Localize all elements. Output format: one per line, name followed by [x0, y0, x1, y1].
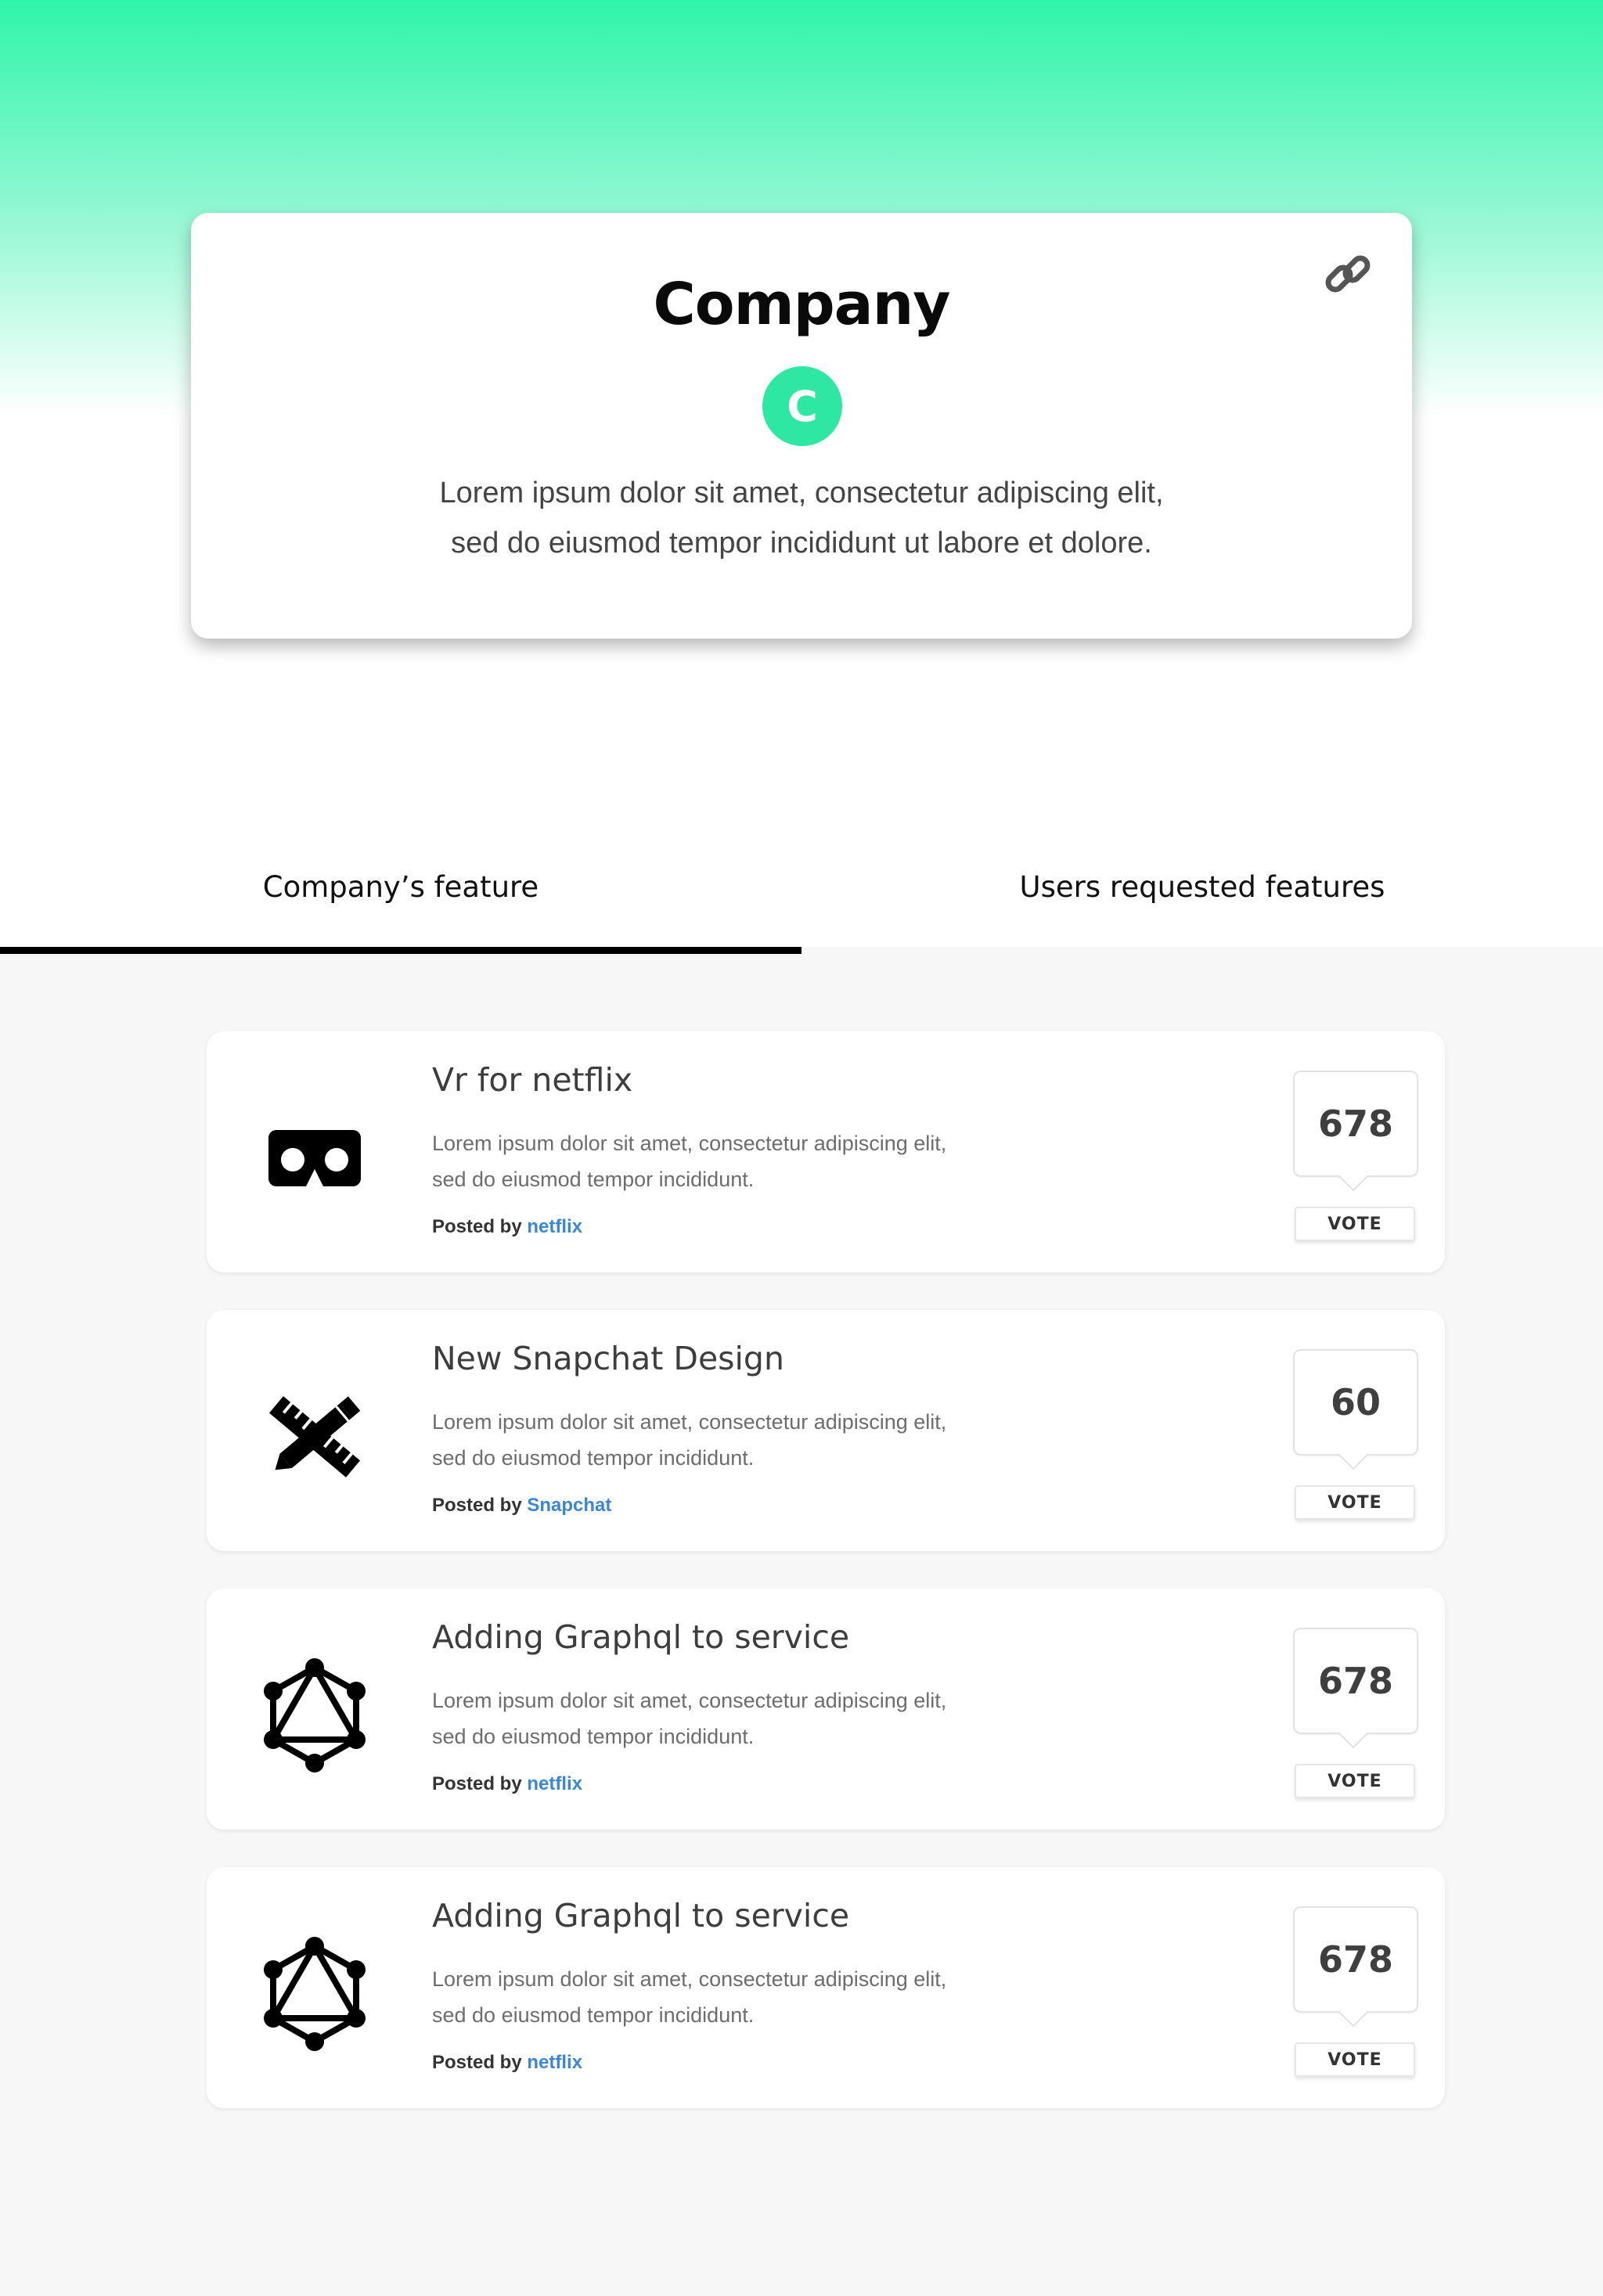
feature-title: Adding Graphql to service [432, 1897, 850, 1934]
feature-description: Lorem ipsum dolor sit amet, consectetur … [432, 1125, 1215, 1197]
feature-author-link[interactable]: netflix [527, 1216, 582, 1237]
vote-count: 60 [1293, 1349, 1418, 1456]
vote-button[interactable]: VOTE [1295, 1764, 1415, 1798]
tab-bar: Company’s feature Users requested featur… [0, 828, 1603, 947]
feature-description-line: Lorem ipsum dolor sit amet, consectetur … [432, 1410, 947, 1434]
feature-description: Lorem ipsum dolor sit amet, consectetur … [432, 1961, 1215, 2033]
feature-card: Vr for netflix Lorem ipsum dolor sit ame… [207, 1031, 1445, 1272]
feature-icon-wrapper [254, 1376, 376, 1498]
feature-card: New Snapchat Design Lorem ipsum dolor si… [207, 1310, 1445, 1551]
company-avatar: C [762, 366, 842, 446]
company-title: Company [653, 271, 950, 338]
feature-posted-by: Posted by Snapchat [432, 1495, 611, 1517]
graphql-icon [264, 1937, 366, 2051]
feature-description: Lorem ipsum dolor sit amet, consectetur … [432, 1682, 1215, 1754]
vote-button[interactable]: VOTE [1295, 1485, 1415, 1520]
company-description: Lorem ipsum dolor sit amet, consectetur … [191, 468, 1412, 568]
tab-company-features[interactable]: Company’s feature [0, 828, 802, 947]
graphql-icon [264, 1658, 366, 1772]
feature-description-line: sed do eiusmod tempor incididunt. [432, 1168, 755, 1191]
feature-icon-wrapper [254, 1933, 376, 2055]
feature-author-link[interactable]: Snapchat [527, 1495, 611, 1516]
feature-description-line: sed do eiusmod tempor incididunt. [432, 1446, 755, 1470]
posted-by-label: Posted by [432, 1216, 522, 1237]
feature-posted-by: Posted by netflix [432, 1216, 582, 1238]
feature-card: Adding Graphql to service Lorem ipsum do… [207, 1589, 1445, 1830]
posted-by-label: Posted by [432, 2052, 522, 2073]
feature-posted-by: Posted by netflix [432, 1773, 582, 1795]
vote-count: 678 [1293, 1071, 1418, 1177]
feature-description-line: sed do eiusmod tempor incididunt. [432, 1725, 755, 1748]
vote-button[interactable]: VOTE [1295, 1207, 1415, 1241]
feature-description: Lorem ipsum dolor sit amet, consectetur … [432, 1404, 1215, 1476]
feature-icon-wrapper [254, 1097, 376, 1219]
feature-posted-by: Posted by netflix [432, 2052, 582, 2074]
feature-title: New Snapchat Design [432, 1340, 784, 1377]
posted-by-label: Posted by [432, 1495, 522, 1516]
feature-description-line: Lorem ipsum dolor sit amet, consectetur … [432, 1689, 947, 1712]
vote-count: 678 [1293, 1906, 1418, 2013]
feature-title: Adding Graphql to service [432, 1618, 850, 1656]
pencil-ruler-icon [268, 1396, 361, 1477]
feature-description-line: Lorem ipsum dolor sit amet, consectetur … [432, 1967, 947, 1991]
feature-description-line: Lorem ipsum dolor sit amet, consectetur … [432, 1132, 947, 1155]
vote-count: 678 [1293, 1628, 1418, 1734]
feature-title: Vr for netflix [432, 1061, 633, 1099]
tab-user-requested-features[interactable]: Users requested features [802, 828, 1603, 947]
feature-author-link[interactable]: netflix [527, 1773, 582, 1794]
feature-card: Adding Graphql to service Lorem ipsum do… [207, 1867, 1445, 2108]
company-description-line: Lorem ipsum dolor sit amet, consectetur … [439, 477, 1164, 509]
feature-icon-wrapper [254, 1654, 376, 1776]
active-tab-indicator [0, 947, 802, 954]
vote-button[interactable]: VOTE [1295, 2042, 1415, 2077]
feature-author-link[interactable]: netflix [527, 2052, 582, 2073]
company-description-line: sed do eiusmod tempor incididunt ut labo… [451, 527, 1152, 560]
vr-goggles-icon [268, 1130, 361, 1186]
posted-by-label: Posted by [432, 1773, 522, 1794]
feature-description-line: sed do eiusmod tempor incididunt. [432, 2003, 755, 2027]
